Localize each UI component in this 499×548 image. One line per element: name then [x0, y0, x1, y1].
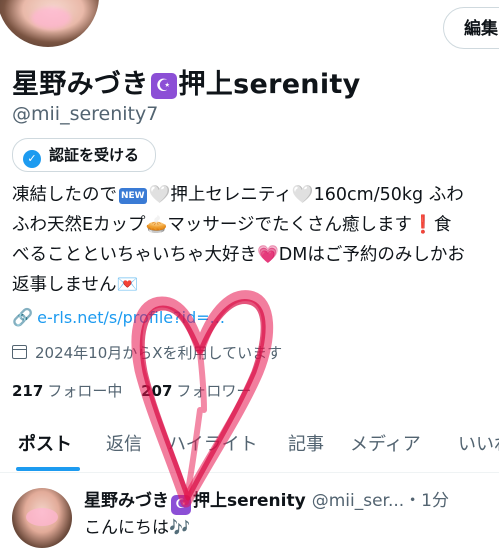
- display-name: 星野みづき ☪ 押上serenity: [12, 62, 361, 101]
- verified-badge-icon: ✓: [23, 150, 41, 168]
- followers-link[interactable]: 207 フォロワー: [141, 382, 251, 400]
- love-letter-icon: 💌: [116, 275, 139, 295]
- display-name-part1: 星野みづき: [12, 69, 149, 100]
- post-text: こんにちは🎶: [84, 518, 191, 538]
- following-link[interactable]: 217 フォロー中: [12, 382, 122, 400]
- edit-profile-button[interactable]: 編集: [443, 7, 499, 49]
- avatar-blur-mask: [26, 508, 58, 526]
- bio-line-4: 返事しません💌: [12, 270, 499, 300]
- follow-stats: 217 フォロー中 207 フォロワー: [12, 380, 251, 401]
- followers-count: 207: [141, 382, 173, 400]
- verify-label: 認証を受ける: [49, 146, 140, 164]
- post-header: 星野みづき ☪ 押上serenity @mii_ser...・1分: [84, 486, 449, 515]
- tab-media[interactable]: メディア: [350, 430, 421, 456]
- get-verified-button[interactable]: ✓ 認証を受ける: [12, 138, 157, 172]
- bio-text: べることといちゃいちゃ大好き: [12, 245, 257, 265]
- moon-icon: ☪: [171, 495, 191, 515]
- moon-icon: ☪: [150, 73, 177, 99]
- post-author-name[interactable]: 星野みづき ☪ 押上serenity: [84, 491, 306, 515]
- bio-text: マッサージでたくさん癒します: [167, 215, 413, 235]
- exclamation-icon: ❗: [412, 215, 434, 235]
- tab-posts[interactable]: ポスト: [18, 430, 72, 456]
- bio-text: ふわ天然Eカップ: [12, 215, 146, 235]
- calendar-icon: [12, 345, 27, 359]
- bio-text: 凍結したので: [12, 185, 117, 205]
- following-count: 217: [12, 382, 44, 400]
- post-author-name-part2: 押上serenity: [193, 491, 306, 511]
- followers-label: フォロワー: [176, 382, 252, 400]
- post-author-name-part1: 星野みづき: [84, 491, 169, 511]
- bio-text: 押上セレニティ: [170, 185, 292, 205]
- bio-line-2: ふわ天然Eカップ🥧マッサージでたくさん癒します❗食: [12, 210, 499, 240]
- new-badge-icon: NEW: [119, 188, 147, 204]
- join-date: 2024年10月からXを利用しています: [12, 342, 282, 363]
- tab-highlights[interactable]: ハイライト: [168, 430, 258, 456]
- bio-text: 返事しません: [12, 275, 117, 295]
- profile-handle: @mii_serenity7: [12, 103, 159, 125]
- bio-text: DMはご予約のみしかお: [278, 245, 465, 265]
- display-name-part2: 押上serenity: [178, 69, 361, 100]
- tab-articles[interactable]: 記事: [288, 430, 324, 456]
- profile-tabs: ポスト 返信 ハイライト 記事 メディア いいね: [0, 426, 499, 473]
- following-label: フォロー中: [47, 382, 123, 400]
- post-handle-time: @mii_ser...・1分: [311, 491, 449, 511]
- pink-heart-icon: 💗: [257, 245, 279, 265]
- join-date-text: 2024年10月からXを利用しています: [35, 344, 283, 362]
- profile-link-text[interactable]: e-rls.net/s/profile?id=...: [37, 308, 225, 327]
- pie-icon: 🥧: [145, 215, 168, 235]
- avatar-blur-mask: [31, 7, 71, 29]
- white-heart-icon: 🤍: [291, 185, 314, 205]
- tab-replies[interactable]: 返信: [106, 430, 142, 456]
- profile-link[interactable]: 🔗 e-rls.net/s/profile?id=...: [12, 308, 225, 328]
- white-heart-icon: 🤍: [148, 185, 171, 205]
- link-icon: 🔗: [12, 308, 34, 328]
- active-tab-indicator: [16, 467, 80, 471]
- edit-button-label: 編集: [464, 19, 498, 39]
- bio-line-1: 凍結したので NEW 🤍押上セレニティ🤍160cm/50kg ふわ: [12, 180, 499, 210]
- bio-text: 食: [433, 215, 452, 235]
- profile-avatar[interactable]: [0, 0, 102, 50]
- bio-line-3: べることといちゃいちゃ大好き💗DMはご予約のみしかお: [12, 240, 499, 270]
- bio-text: 160cm/50kg ふわ: [313, 185, 464, 205]
- tab-likes[interactable]: いいね: [458, 430, 499, 456]
- post-avatar[interactable]: [12, 488, 72, 548]
- profile-bio: 凍結したので NEW 🤍押上セレニティ🤍160cm/50kg ふわ ふわ天然Eカップ…: [12, 180, 499, 300]
